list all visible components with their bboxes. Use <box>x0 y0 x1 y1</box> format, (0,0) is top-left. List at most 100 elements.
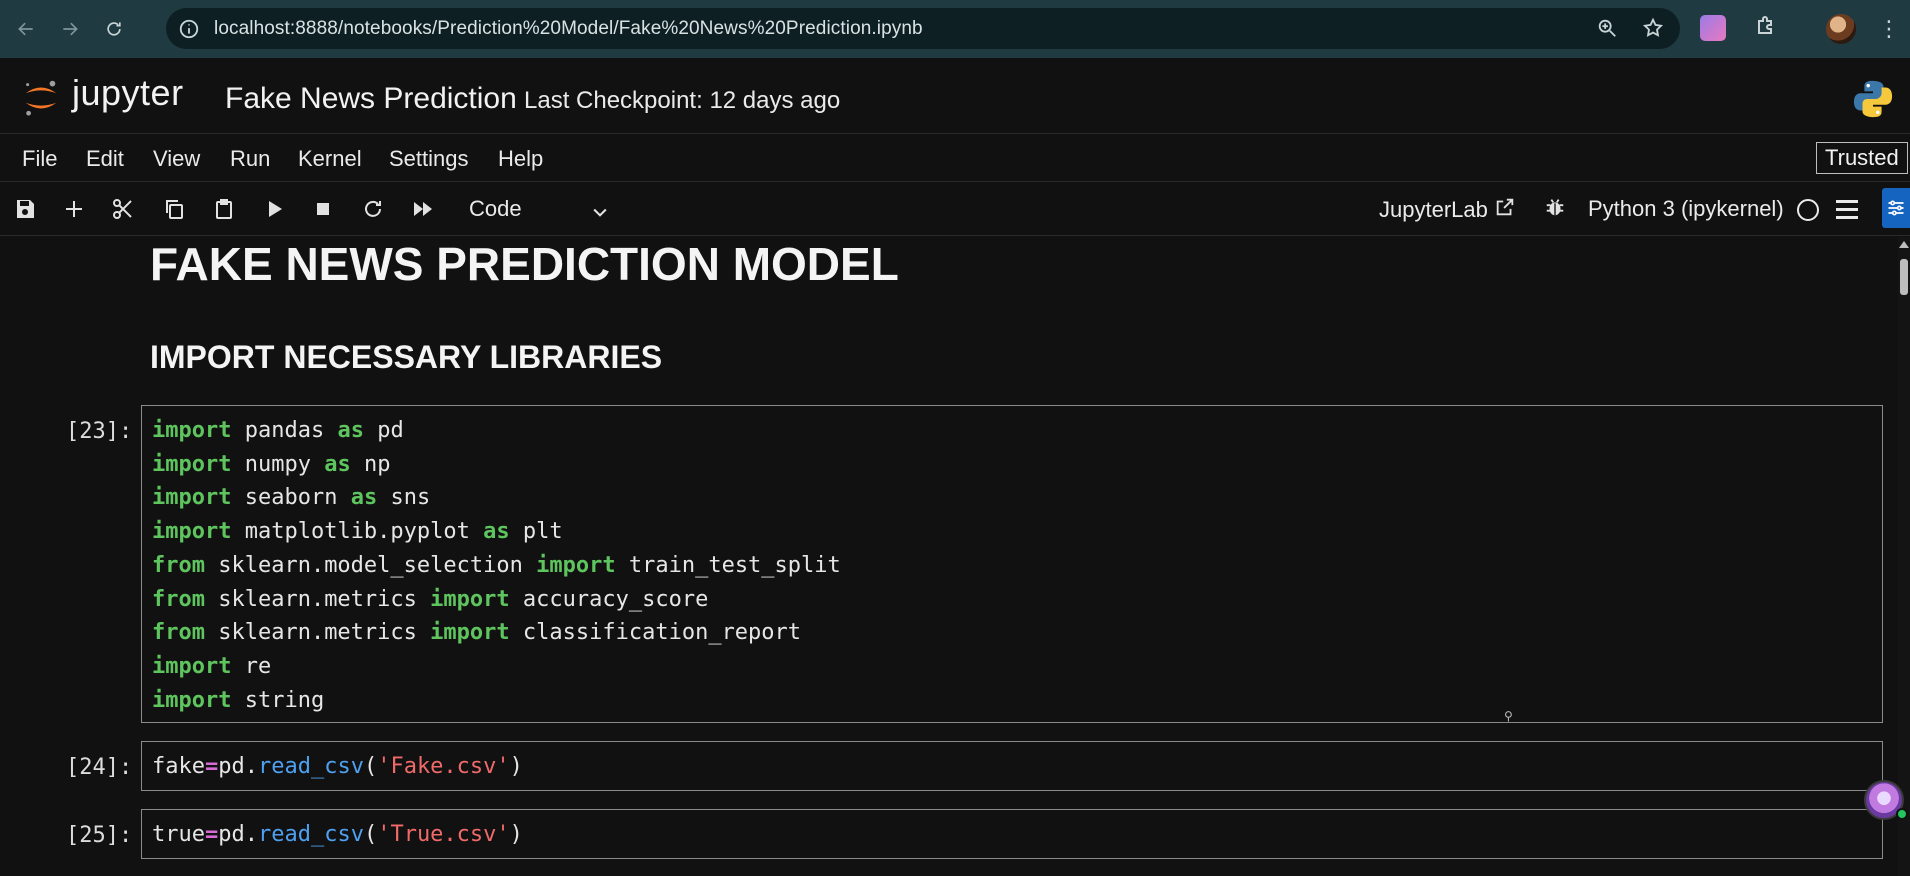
code-token: matplotlib.pyplot <box>231 519 484 545</box>
jupyter-wordmark[interactable]: jupyter <box>72 72 184 114</box>
stop-icon[interactable] <box>310 196 336 222</box>
code-token: ( <box>363 754 378 779</box>
kernel-status-idle-icon <box>1797 199 1819 221</box>
code-token: seaborn <box>231 485 351 511</box>
jupyter-logo-icon[interactable] <box>20 76 62 118</box>
code-function: read_csv <box>257 754 364 779</box>
reload-icon[interactable] <box>96 11 132 47</box>
jupyter-header: jupyter Fake News Prediction Last Checkp… <box>0 58 1910 134</box>
trusted-indicator[interactable]: Trusted <box>1816 142 1908 174</box>
code-operator: = <box>204 822 219 847</box>
external-link-icon[interactable] <box>1494 196 1516 224</box>
code-keyword: import <box>152 418 232 443</box>
code-line[interactable]: fake=pd.read_csv('Fake.csv') <box>152 750 1872 784</box>
menu-help[interactable]: Help <box>498 146 543 172</box>
browser-toolbar: localhost:8888/notebooks/Prediction%20Mo… <box>0 0 1910 58</box>
code-string: 'True.csv' <box>377 822 510 847</box>
code-token: np <box>350 451 391 477</box>
cut-icon[interactable] <box>110 196 136 222</box>
code-editor[interactable]: import pandas as pd import numpy as np imp… <box>141 405 1883 723</box>
menu-file[interactable]: File <box>22 146 57 172</box>
code-line[interactable]: true=pd.read_csv('True.csv') <box>152 818 1872 852</box>
menu-edit[interactable]: Edit <box>86 146 124 172</box>
notebook-scrollbar[interactable] <box>1898 237 1910 876</box>
code-token: pandas <box>231 418 338 443</box>
menu-settings[interactable]: Settings <box>389 146 469 172</box>
code-keyword: import <box>152 653 232 679</box>
python-kernel-logo-icon <box>1853 80 1893 118</box>
code-keyword: import <box>430 620 510 646</box>
code-line[interactable]: import re <box>152 650 1872 684</box>
menu-run[interactable]: Run <box>230 146 270 172</box>
code-keyword: import <box>536 552 616 578</box>
code-keyword: as <box>483 519 510 545</box>
extension-app-icon[interactable] <box>1700 14 1726 41</box>
save-icon[interactable] <box>12 196 38 222</box>
fast-forward-icon[interactable] <box>410 196 436 222</box>
code-token: plt <box>509 519 563 545</box>
property-inspector-icon[interactable] <box>1882 188 1910 228</box>
code-keyword: import <box>430 586 510 612</box>
code-editor[interactable]: fake=pd.read_csv('Fake.csv') <box>141 741 1883 791</box>
code-keyword: as <box>324 451 351 477</box>
bookmark-star-icon[interactable] <box>1642 17 1664 44</box>
copy-icon[interactable] <box>161 196 187 222</box>
code-token: string <box>231 687 325 713</box>
browser-menu-icon[interactable]: ⋮ <box>1878 16 1900 42</box>
code-line[interactable]: import pandas as pd <box>152 414 1872 448</box>
code-token: true <box>152 822 205 847</box>
code-keyword: import <box>152 519 232 545</box>
run-icon[interactable] <box>261 196 287 222</box>
code-line[interactable]: from sklearn.metrics import accuracy_sco… <box>152 583 1872 617</box>
execution-prompt: [25]: <box>66 823 133 848</box>
code-line[interactable]: from sklearn.model_selection import trai… <box>152 549 1872 583</box>
address-bar[interactable]: localhost:8888/notebooks/Prediction%20Mo… <box>166 8 1680 49</box>
menu-kernel[interactable]: Kernel <box>298 146 362 172</box>
code-token: accuracy_score <box>509 586 709 612</box>
cell-type-select[interactable]: Code <box>469 196 522 222</box>
code-token: train_test_split <box>615 552 841 578</box>
back-icon[interactable] <box>8 11 44 47</box>
site-info-icon[interactable] <box>178 18 200 40</box>
profile-avatar[interactable] <box>1826 14 1856 44</box>
code-keyword: import <box>152 485 232 511</box>
code-keyword: from <box>152 552 205 578</box>
notebook-title[interactable]: Fake News Prediction <box>225 82 517 116</box>
menu-view[interactable]: View <box>153 146 200 172</box>
chevron-down-icon[interactable] <box>590 202 610 222</box>
extensions-puzzle-icon[interactable] <box>1754 13 1778 42</box>
zoom-icon[interactable] <box>1596 17 1618 44</box>
code-function: read_csv <box>257 822 364 847</box>
code-token: sklearn.metrics <box>204 586 431 612</box>
jupyterlab-label[interactable]: JupyterLab <box>1379 197 1488 223</box>
kernel-name[interactable]: Python 3 (ipykernel) <box>1588 196 1784 222</box>
code-token: fake <box>152 754 205 779</box>
code-string: 'Fake.csv' <box>377 754 510 779</box>
notebook-panel: FAKE NEWS PREDICTION MODEL IMPORT NECESS… <box>0 237 1910 876</box>
code-line[interactable]: import string <box>152 684 1872 718</box>
scroll-thumb[interactable] <box>1900 259 1908 295</box>
forward-icon[interactable] <box>52 11 88 47</box>
hamburger-menu-icon[interactable] <box>1836 200 1858 224</box>
code-token: re <box>231 653 272 679</box>
code-token: ) <box>509 822 523 847</box>
code-keyword: import <box>152 451 232 477</box>
code-line[interactable]: import seaborn as sns <box>152 481 1872 515</box>
paste-icon[interactable] <box>211 196 237 222</box>
last-checkpoint: Last Checkpoint: 12 days ago <box>524 87 841 114</box>
debugger-bug-icon[interactable] <box>1544 196 1566 224</box>
add-cell-icon[interactable] <box>61 196 87 222</box>
notebook-toolbar: Code JupyterLab Python 3 (ipykernel) <box>0 182 1910 236</box>
restart-icon[interactable] <box>360 196 386 222</box>
code-line[interactable]: from sklearn.metrics import classificati… <box>152 616 1872 650</box>
menu-bar: File Edit View Run Kernel Settings Help … <box>0 134 1910 182</box>
code-line[interactable]: import numpy as np <box>152 448 1872 482</box>
code-token: ) <box>509 754 523 779</box>
code-line[interactable]: import matplotlib.pyplot as plt <box>152 515 1872 549</box>
url-text[interactable]: localhost:8888/notebooks/Prediction%20Mo… <box>214 18 923 40</box>
jupyterlab-link[interactable]: JupyterLab <box>1379 196 1566 224</box>
code-keyword: from <box>152 586 205 612</box>
scroll-up-icon[interactable] <box>1899 241 1909 248</box>
code-token: sns <box>377 485 431 511</box>
code-editor[interactable]: true=pd.read_csv('True.csv') <box>141 809 1883 859</box>
